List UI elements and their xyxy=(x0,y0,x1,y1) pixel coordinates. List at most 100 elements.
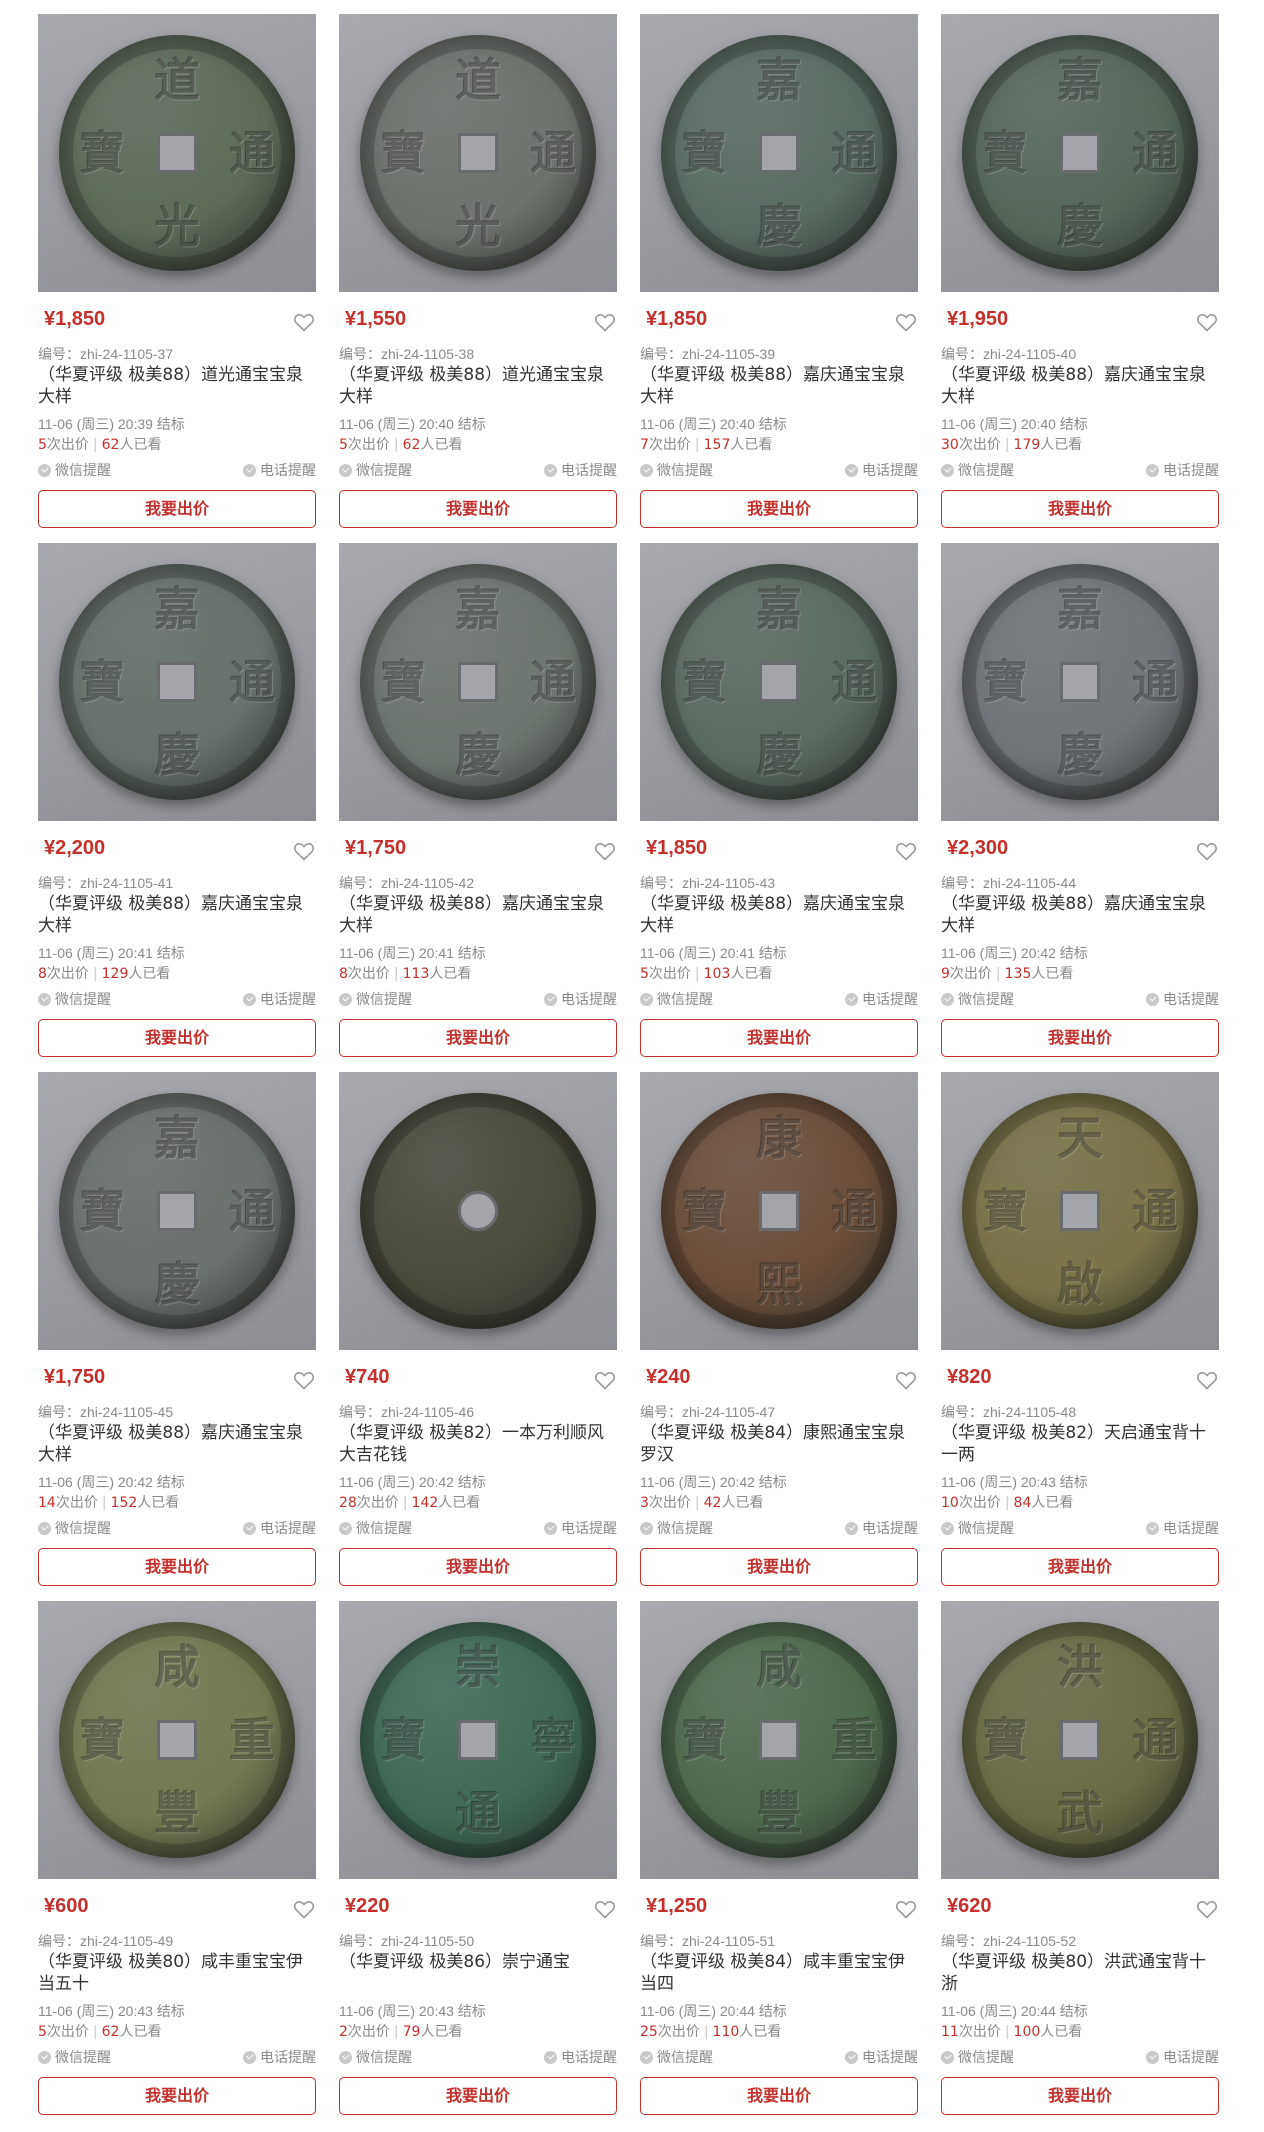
bid-button[interactable]: 我要出价 xyxy=(941,2077,1219,2115)
coin-photo[interactable]: 嘉慶寶 通 xyxy=(640,14,918,292)
coin-photo[interactable]: 嘉慶寶 通 xyxy=(640,543,918,821)
coin-photo[interactable]: 嘉慶寶 通 xyxy=(38,1072,316,1350)
bid-button[interactable]: 我要出价 xyxy=(640,2077,918,2115)
phone-remind-toggle[interactable]: 电话提醒 xyxy=(845,989,918,1009)
phone-remind-toggle[interactable]: 电话提醒 xyxy=(1146,460,1219,480)
bid-button[interactable]: 我要出价 xyxy=(941,1019,1219,1057)
coin-photo[interactable] xyxy=(339,1072,617,1350)
wechat-remind-toggle[interactable]: 微信提醒 xyxy=(941,460,1014,480)
item-title[interactable]: （华夏评级 极美88）嘉庆通宝宝泉大样 xyxy=(38,1422,316,1466)
item-title[interactable]: （华夏评级 极美88）嘉庆通宝宝泉大样 xyxy=(941,893,1219,937)
bid-button[interactable]: 我要出价 xyxy=(38,490,316,528)
auction-item-card[interactable]: 嘉慶寶通 ¥1,750 编号：zhi-24-1105-45 （华夏评级 极美88）嘉庆… xyxy=(38,1072,316,1586)
coin-photo[interactable]: 嘉慶寶 通 xyxy=(339,543,617,821)
heart-icon[interactable] xyxy=(894,1897,918,1921)
item-title[interactable]: （华夏评级 极美80）洪武通宝背十浙 xyxy=(941,1951,1219,1995)
wechat-remind-toggle[interactable]: 微信提醒 xyxy=(339,989,412,1009)
auction-item-card[interactable]: 嘉慶寶通 ¥2,300 编号：zhi-24-1105-44 （华夏评级 极美88）嘉庆… xyxy=(941,543,1219,1057)
phone-remind-toggle[interactable]: 电话提醒 xyxy=(845,1518,918,1538)
item-title[interactable]: （华夏评级 极美84）康熙通宝宝泉罗汉 xyxy=(640,1422,918,1466)
phone-remind-toggle[interactable]: 电话提醒 xyxy=(845,460,918,480)
auction-item-card[interactable]: 康熙寶通 ¥240 编号：zhi-24-1105-47 （华夏评级 极美84）康熙通宝… xyxy=(640,1072,918,1586)
coin-photo[interactable]: 康熙寶 通 xyxy=(640,1072,918,1350)
phone-remind-toggle[interactable]: 电话提醒 xyxy=(544,2047,617,2067)
coin-photo[interactable]: 嘉慶寶 通 xyxy=(941,14,1219,292)
item-title[interactable]: （华夏评级 极美88）嘉庆通宝宝泉大样 xyxy=(38,893,316,937)
phone-remind-toggle[interactable]: 电话提醒 xyxy=(243,460,316,480)
wechat-remind-toggle[interactable]: 微信提醒 xyxy=(38,1518,111,1538)
auction-item-card[interactable]: 嘉慶寶通 ¥1,850 编号：zhi-24-1105-43 （华夏评级 极美88）嘉庆… xyxy=(640,543,918,1057)
item-title[interactable]: （华夏评级 极美88）道光通宝宝泉大样 xyxy=(339,364,617,408)
auction-item-card[interactable]: 嘉慶寶通 ¥1,850 编号：zhi-24-1105-39 （华夏评级 极美88）嘉庆… xyxy=(640,14,918,528)
bid-button[interactable]: 我要出价 xyxy=(640,1548,918,1586)
item-title[interactable]: （华夏评级 极美88）嘉庆通宝宝泉大样 xyxy=(640,364,918,408)
wechat-remind-toggle[interactable]: 微信提醒 xyxy=(38,989,111,1009)
bid-button[interactable]: 我要出价 xyxy=(339,2077,617,2115)
wechat-remind-toggle[interactable]: 微信提醒 xyxy=(38,2047,111,2067)
auction-item-card[interactable]: ¥740 编号：zhi-24-1105-46 （华夏评级 极美82）一本万利顺风大吉… xyxy=(339,1072,617,1586)
bid-button[interactable]: 我要出价 xyxy=(38,1019,316,1057)
heart-icon[interactable] xyxy=(593,1897,617,1921)
auction-item-card[interactable]: 嘉慶寶通 ¥2,200 编号：zhi-24-1105-41 （华夏评级 极美88）嘉庆… xyxy=(38,543,316,1057)
bid-button[interactable]: 我要出价 xyxy=(941,1548,1219,1586)
phone-remind-toggle[interactable]: 电话提醒 xyxy=(544,1518,617,1538)
phone-remind-toggle[interactable]: 电话提醒 xyxy=(544,989,617,1009)
heart-icon[interactable] xyxy=(1195,839,1219,863)
bid-button[interactable]: 我要出价 xyxy=(339,1548,617,1586)
bid-button[interactable]: 我要出价 xyxy=(941,490,1219,528)
auction-item-card[interactable]: 洪武寶通 ¥620 编号：zhi-24-1105-52 （华夏评级 极美80）洪武通宝… xyxy=(941,1601,1219,2115)
item-title[interactable]: （华夏评级 极美86）崇宁通宝 xyxy=(339,1951,617,1973)
wechat-remind-toggle[interactable]: 微信提醒 xyxy=(640,460,713,480)
heart-icon[interactable] xyxy=(593,310,617,334)
coin-photo[interactable]: 道光寶 通 xyxy=(38,14,316,292)
coin-photo[interactable]: 嘉慶寶 通 xyxy=(941,543,1219,821)
heart-icon[interactable] xyxy=(894,310,918,334)
heart-icon[interactable] xyxy=(292,1897,316,1921)
phone-remind-toggle[interactable]: 电话提醒 xyxy=(243,1518,316,1538)
wechat-remind-toggle[interactable]: 微信提醒 xyxy=(941,2047,1014,2067)
auction-item-card[interactable]: 崇通寶寧 ¥220 编号：zhi-24-1105-50 （华夏评级 极美86）崇宁通宝… xyxy=(339,1601,617,2115)
phone-remind-toggle[interactable]: 电话提醒 xyxy=(1146,989,1219,1009)
item-title[interactable]: （华夏评级 极美84）咸丰重宝宝伊当四 xyxy=(640,1951,918,1995)
item-title[interactable]: （华夏评级 极美82）一本万利顺风大吉花钱 xyxy=(339,1422,617,1466)
phone-remind-toggle[interactable]: 电话提醒 xyxy=(1146,1518,1219,1538)
item-title[interactable]: （华夏评级 极美88）嘉庆通宝宝泉大样 xyxy=(339,893,617,937)
auction-item-card[interactable]: 道光寶通 ¥1,850 编号：zhi-24-1105-37 （华夏评级 极美88）道光… xyxy=(38,14,316,528)
wechat-remind-toggle[interactable]: 微信提醒 xyxy=(941,1518,1014,1538)
auction-item-card[interactable]: 咸豐寶重 ¥600 编号：zhi-24-1105-49 （华夏评级 极美80）咸丰重宝… xyxy=(38,1601,316,2115)
bid-button[interactable]: 我要出价 xyxy=(339,490,617,528)
coin-photo[interactable]: 天啟寶 通 xyxy=(941,1072,1219,1350)
heart-icon[interactable] xyxy=(1195,1897,1219,1921)
wechat-remind-toggle[interactable]: 微信提醒 xyxy=(339,460,412,480)
phone-remind-toggle[interactable]: 电话提醒 xyxy=(243,2047,316,2067)
phone-remind-toggle[interactable]: 电话提醒 xyxy=(544,460,617,480)
coin-photo[interactable]: 咸豐寶 重 xyxy=(38,1601,316,1879)
coin-photo[interactable]: 咸豐寶 重 xyxy=(640,1601,918,1879)
wechat-remind-toggle[interactable]: 微信提醒 xyxy=(339,1518,412,1538)
item-title[interactable]: （华夏评级 极美88）道光通宝宝泉大样 xyxy=(38,364,316,408)
coin-photo[interactable]: 洪武寶 通 xyxy=(941,1601,1219,1879)
bid-button[interactable]: 我要出价 xyxy=(640,1019,918,1057)
bid-button[interactable]: 我要出价 xyxy=(38,2077,316,2115)
heart-icon[interactable] xyxy=(292,1368,316,1392)
wechat-remind-toggle[interactable]: 微信提醒 xyxy=(640,1518,713,1538)
auction-item-card[interactable]: 嘉慶寶通 ¥1,950 编号：zhi-24-1105-40 （华夏评级 极美88）嘉庆… xyxy=(941,14,1219,528)
item-title[interactable]: （华夏评级 极美88）嘉庆通宝宝泉大样 xyxy=(640,893,918,937)
auction-item-card[interactable]: 道光寶通 ¥1,550 编号：zhi-24-1105-38 （华夏评级 极美88）道光… xyxy=(339,14,617,528)
auction-item-card[interactable]: 天啟寶通 ¥820 编号：zhi-24-1105-48 （华夏评级 极美82）天启通宝… xyxy=(941,1072,1219,1586)
coin-photo[interactable]: 嘉慶寶 通 xyxy=(38,543,316,821)
phone-remind-toggle[interactable]: 电话提醒 xyxy=(845,2047,918,2067)
wechat-remind-toggle[interactable]: 微信提醒 xyxy=(640,989,713,1009)
wechat-remind-toggle[interactable]: 微信提醒 xyxy=(38,460,111,480)
coin-photo[interactable]: 道光寶 通 xyxy=(339,14,617,292)
bid-button[interactable]: 我要出价 xyxy=(640,490,918,528)
auction-item-card[interactable]: 咸豐寶重 ¥1,250 编号：zhi-24-1105-51 （华夏评级 极美84）咸丰… xyxy=(640,1601,918,2115)
heart-icon[interactable] xyxy=(1195,310,1219,334)
item-title[interactable]: （华夏评级 极美88）嘉庆通宝宝泉大样 xyxy=(941,364,1219,408)
heart-icon[interactable] xyxy=(593,1368,617,1392)
heart-icon[interactable] xyxy=(1195,1368,1219,1392)
heart-icon[interactable] xyxy=(292,310,316,334)
wechat-remind-toggle[interactable]: 微信提醒 xyxy=(941,989,1014,1009)
item-title[interactable]: （华夏评级 极美82）天启通宝背十一两 xyxy=(941,1422,1219,1466)
item-title[interactable]: （华夏评级 极美80）咸丰重宝宝伊当五十 xyxy=(38,1951,316,1995)
